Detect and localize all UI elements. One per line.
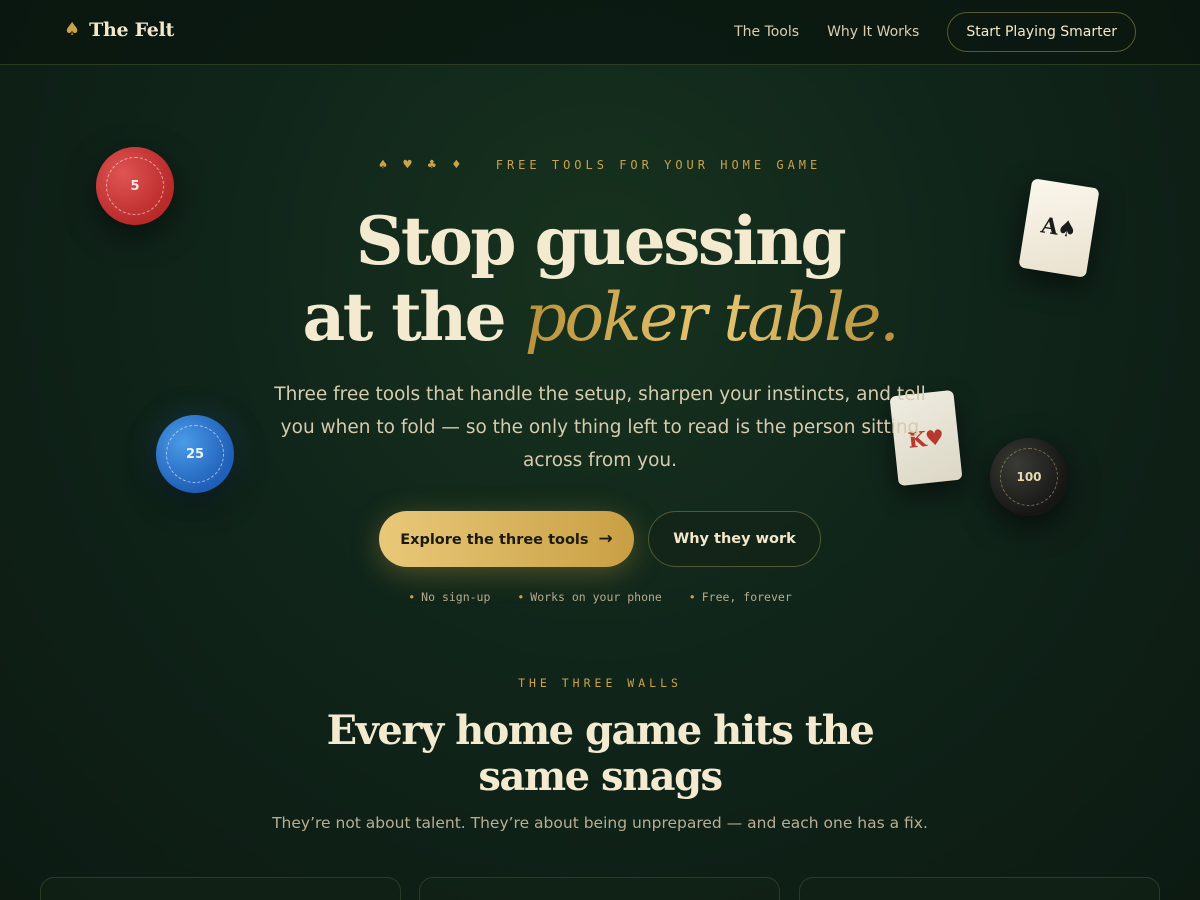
perk-item: • Works on your phone — [517, 590, 662, 604]
bullet-icon: • — [408, 590, 416, 604]
hero-title-line2: at the — [302, 278, 525, 356]
diamond-icon: ♦ — [452, 157, 461, 173]
section-title: Every home game hits the same snags — [326, 707, 875, 800]
club-icon: ♣ — [427, 157, 437, 173]
perk-item: • Free, forever — [689, 590, 792, 604]
bullet-icon: • — [688, 590, 696, 604]
poker-chip-blue: 25 — [156, 415, 234, 493]
top-nav: ♠ The Felt The Tools Why It Works Start … — [0, 0, 1200, 65]
feature-card — [799, 877, 1160, 900]
hero-title-accent: poker table. — [524, 279, 900, 356]
button-label: Explore the three tools — [400, 532, 589, 548]
chip-value: 5 — [130, 178, 140, 194]
spade-icon: ♠ — [378, 157, 388, 173]
brand-logo[interactable]: ♠ The Felt — [64, 19, 174, 41]
feature-card — [40, 877, 401, 900]
section-eyebrow: THE THREE WALLS — [518, 676, 682, 690]
nav-link-the-tools[interactable]: The Tools — [734, 24, 799, 40]
nav-link-why-it-works[interactable]: Why It Works — [827, 24, 919, 40]
arrow-right-icon: → — [598, 529, 613, 549]
nav-links: The Tools Why It Works Start Playing Sma… — [734, 12, 1136, 52]
perk-label: Works on your phone — [530, 590, 662, 604]
hero-title-line1: Stop guessing — [355, 202, 847, 280]
hero-subtitle: Three free tools that handle the setup, … — [274, 384, 926, 471]
bullet-icon: • — [517, 590, 525, 604]
why-they-work-button[interactable]: Why they work — [648, 511, 821, 567]
spade-icon: ♠ — [64, 19, 81, 40]
perk-label: No sign-up — [421, 590, 491, 604]
section-subtitle: They’re not about talent. They’re about … — [272, 814, 928, 832]
perks-list: • No sign-up • Works on your phone • Free, … — [0, 590, 1200, 604]
perk-label: Free, forever — [701, 590, 792, 604]
heart-icon: ♥ — [403, 157, 412, 173]
suit-icons: ♠ ♥ ♣ ♦ — [378, 157, 484, 173]
hero-title: Stop guessing at the poker table. — [0, 203, 1200, 356]
hero-eyebrow: ♠ ♥ ♣ ♦ FREE TOOLS FOR YOUR HOME GAME — [0, 157, 1200, 173]
chip-value: 100 — [1016, 470, 1042, 484]
perk-item: • No sign-up — [408, 590, 490, 604]
feature-card — [419, 877, 780, 900]
poker-chip-black: 100 — [990, 438, 1068, 516]
brand-name: The Felt — [89, 19, 174, 41]
chip-value: 25 — [185, 446, 205, 462]
eyebrow-text: FREE TOOLS FOR YOUR HOME GAME — [495, 158, 822, 172]
explore-tools-button[interactable]: Explore the three tools → — [379, 511, 634, 567]
start-playing-button[interactable]: Start Playing Smarter — [947, 12, 1136, 52]
